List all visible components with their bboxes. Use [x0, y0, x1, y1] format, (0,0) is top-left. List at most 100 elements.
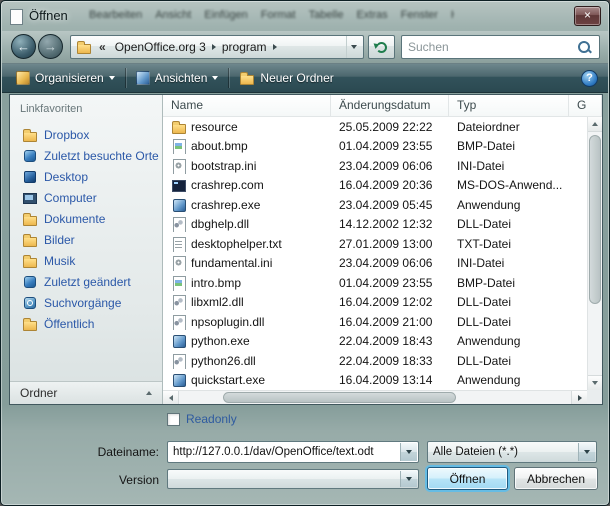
- file-row[interactable]: crashrep.com 16.04.2009 20:36 MS-DOS-Anw…: [163, 176, 587, 196]
- views-button[interactable]: Ansichten: [128, 68, 227, 88]
- file-type: DLL-Datei: [449, 217, 569, 231]
- file-row[interactable]: resource 25.05.2009 22:22 Dateiordner: [163, 117, 587, 137]
- sidebar-item[interactable]: Dropbox: [10, 124, 162, 145]
- column-header-date[interactable]: Änderungsdatum: [331, 95, 449, 116]
- file-row[interactable]: quickstart.exe 16.04.2009 13:14 Anwendun…: [163, 371, 587, 391]
- scroll-up-button[interactable]: [588, 117, 602, 132]
- filename-label: Dateiname:: [9, 445, 159, 459]
- file-date: 25.05.2009 22:22: [331, 120, 449, 134]
- column-header-size[interactable]: G: [569, 95, 602, 116]
- file-row[interactable]: fundamental.ini 23.04.2009 06:06 INI-Dat…: [163, 254, 587, 274]
- folders-expander[interactable]: Ordner: [10, 381, 162, 404]
- background-menu-item: Fenster: [401, 9, 438, 21]
- breadcrumb-overflow-button[interactable]: «: [96, 36, 109, 58]
- navigation-bar: ← → « OpenOffice.org 3 program: [2, 31, 608, 63]
- file-type-icon: [171, 158, 187, 174]
- file-date: 01.04.2009 23:55: [331, 276, 449, 290]
- open-file-dialog: Öffnen BearbeitenAnsichtEinfügenFormatTa…: [0, 0, 610, 506]
- cancel-button[interactable]: Abbrechen: [514, 467, 598, 490]
- file-row[interactable]: bootstrap.ini 23.04.2009 06:06 INI-Datei: [163, 156, 587, 176]
- organize-label: Organisieren: [35, 71, 104, 85]
- back-button[interactable]: ←: [11, 34, 36, 59]
- filename-combobox: [167, 441, 419, 463]
- file-name: intro.bmp: [191, 276, 241, 290]
- readonly-label[interactable]: Readonly: [186, 412, 237, 426]
- file-row[interactable]: intro.bmp 01.04.2009 23:55 BMP-Datei: [163, 273, 587, 293]
- breadcrumb-item-program[interactable]: program: [216, 36, 273, 58]
- navigation-pane: Linkfavoriten Dropbox Zuletzt besuchte O…: [10, 95, 163, 404]
- sidebar-item-icon: [22, 148, 38, 164]
- sidebar-item[interactable]: Desktop: [10, 166, 162, 187]
- sidebar-item[interactable]: Zuletzt geändert: [10, 271, 162, 292]
- sidebar-item[interactable]: Dokumente: [10, 208, 162, 229]
- horizontal-scrollbar-thumb[interactable]: [223, 392, 456, 403]
- organize-button[interactable]: Organisieren: [8, 68, 123, 88]
- cancel-button-label: Abbrechen: [527, 472, 585, 486]
- column-header-row: Name Änderungsdatum Typ G: [163, 95, 602, 117]
- dialog-icon: [10, 9, 23, 25]
- forward-button[interactable]: →: [38, 34, 63, 59]
- filename-dropdown-button[interactable]: [400, 443, 417, 461]
- favorites-header: Linkfavoriten: [10, 95, 162, 115]
- version-dropdown-button[interactable]: [400, 471, 417, 487]
- file-date: 23.04.2009 06:06: [331, 256, 449, 270]
- file-type-icon: [171, 138, 187, 154]
- sidebar-item-icon: [22, 190, 38, 206]
- refresh-button[interactable]: [368, 35, 395, 59]
- file-list: Name Änderungsdatum Typ G resource 25.05…: [163, 95, 602, 404]
- version-label: Version: [9, 473, 159, 487]
- file-type-icon: [171, 294, 187, 310]
- background-menu-item: Einfügen: [204, 9, 247, 21]
- filename-input[interactable]: [168, 442, 400, 462]
- help-button[interactable]: ?: [581, 70, 598, 87]
- horizontal-scrollbar[interactable]: [163, 390, 587, 404]
- column-header-name[interactable]: Name: [163, 95, 331, 116]
- sidebar-item-icon: [22, 127, 38, 143]
- scroll-right-button[interactable]: [571, 391, 587, 404]
- file-rows: resource 25.05.2009 22:22 Dateiordner ab…: [163, 117, 587, 390]
- sidebar-item-label: Musik: [44, 254, 75, 268]
- file-row[interactable]: npsoplugin.dll 16.04.2009 21:00 DLL-Date…: [163, 312, 587, 332]
- open-button[interactable]: Öffnen: [427, 467, 508, 490]
- file-type-icon: [171, 353, 187, 369]
- search-input[interactable]: [402, 40, 578, 54]
- organize-icon: [16, 71, 30, 85]
- file-row[interactable]: crashrep.exe 23.04.2009 05:45 Anwendung: [163, 195, 587, 215]
- version-combobox[interactable]: [167, 469, 419, 489]
- scroll-left-button[interactable]: [163, 391, 179, 404]
- file-name-cell: desktophelper.txt: [163, 236, 331, 252]
- file-row[interactable]: desktophelper.txt 27.01.2009 13:00 TXT-D…: [163, 234, 587, 254]
- sidebar-item-label: Desktop: [44, 170, 88, 184]
- file-name: resource: [191, 120, 238, 134]
- file-row[interactable]: python.exe 22.04.2009 18:43 Anwendung: [163, 332, 587, 352]
- sidebar-item[interactable]: Computer: [10, 187, 162, 208]
- file-row[interactable]: libxml2.dll 16.04.2009 12:02 DLL-Datei: [163, 293, 587, 313]
- file-name: dbghelp.dll: [191, 217, 249, 231]
- sidebar-item[interactable]: Musik: [10, 250, 162, 271]
- chevron-up-icon: [146, 391, 152, 395]
- sidebar-item-label: Dokumente: [44, 212, 105, 226]
- readonly-checkbox[interactable]: [167, 413, 180, 426]
- filetype-dropdown-button[interactable]: [578, 443, 595, 461]
- close-button[interactable]: ×: [574, 6, 601, 26]
- sidebar-item[interactable]: Bilder: [10, 229, 162, 250]
- file-row[interactable]: dbghelp.dll 14.12.2002 12:32 DLL-Datei: [163, 215, 587, 235]
- column-header-type[interactable]: Typ: [449, 95, 569, 116]
- sidebar-item[interactable]: Zuletzt besuchte Orte: [10, 145, 162, 166]
- vertical-scrollbar[interactable]: [587, 117, 602, 390]
- sidebar-item[interactable]: Öffentlich: [10, 313, 162, 334]
- breadcrumb-item-openoffice[interactable]: OpenOffice.org 3: [109, 36, 212, 58]
- scroll-down-button[interactable]: [588, 375, 602, 390]
- sidebar-item[interactable]: Suchvorgänge: [10, 292, 162, 313]
- file-type: INI-Datei: [449, 256, 569, 270]
- file-row[interactable]: python26.dll 22.04.2009 18:33 DLL-Datei: [163, 351, 587, 371]
- breadcrumb-dropdown-button[interactable]: [346, 36, 361, 58]
- favorites-list: Dropbox Zuletzt besuchte Orte Desktop: [10, 124, 162, 334]
- new-folder-button[interactable]: Neuer Ordner: [231, 67, 341, 89]
- file-name: desktophelper.txt: [191, 237, 282, 251]
- title-bar[interactable]: Öffnen BearbeitenAnsichtEinfügenFormatTa…: [1, 1, 609, 31]
- vertical-scrollbar-thumb[interactable]: [589, 135, 601, 304]
- filetype-combobox[interactable]: Alle Dateien (*.*): [427, 441, 597, 463]
- background-menu-item: Bearbeiten: [89, 9, 142, 21]
- file-row[interactable]: about.bmp 01.04.2009 23:55 BMP-Datei: [163, 137, 587, 157]
